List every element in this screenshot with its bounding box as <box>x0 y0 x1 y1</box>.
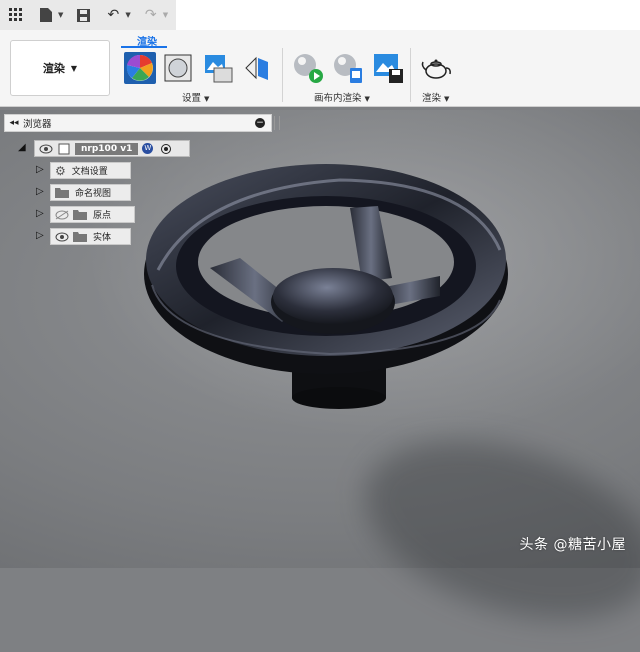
workspace-label: 渲染 <box>42 62 65 75</box>
expand-triangle-icon[interactable]: ▷ <box>36 208 44 219</box>
capture-image-icon[interactable] <box>372 52 404 84</box>
ribbon: 渲染 ▼ 渲染 设置 ▼ 画布内渲染 ▼ 渲染 ▼ <box>0 30 640 107</box>
eye-hidden-icon[interactable] <box>55 210 69 220</box>
save-icon[interactable] <box>73 5 93 25</box>
watermark-text: 头条 @糖苦小屋 <box>519 537 626 553</box>
collapse-triangle-icon[interactable]: ◢ <box>18 142 26 153</box>
browser-panel-header: ◂◂ 浏览器 − <box>4 114 272 132</box>
gear-icon: ⚙ <box>55 163 66 178</box>
file-icon[interactable] <box>36 5 56 25</box>
chevron-down-icon[interactable]: ▼ <box>125 11 130 19</box>
quick-access-toolbar: ▼ ↶ ▼ ↷ ▼ <box>0 0 176 30</box>
appearance-icon[interactable] <box>124 52 156 84</box>
group-divider <box>410 48 411 102</box>
texture-map-icon[interactable] <box>240 52 272 84</box>
title-bar-area <box>176 0 640 30</box>
tree-root-node[interactable]: nrp100 v1 W <box>34 140 190 157</box>
component-icon <box>58 143 70 154</box>
chevron-down-icon: ▼ <box>70 63 78 73</box>
group-label-setup[interactable]: 设置 ▼ <box>182 90 209 104</box>
browser-title: 浏览器 <box>23 119 52 130</box>
workspace-switcher[interactable]: 渲染 ▼ <box>10 40 110 96</box>
panel-resize-handle[interactable] <box>274 116 280 130</box>
eye-icon[interactable] <box>55 232 69 242</box>
expand-triangle-icon[interactable]: ▷ <box>36 186 44 197</box>
tree-node-named-views[interactable]: 命名视图 <box>50 184 131 201</box>
expand-triangle-icon[interactable]: ▷ <box>36 164 44 175</box>
chevron-down-icon[interactable]: ▼ <box>163 11 168 19</box>
active-tab-indicator <box>121 46 167 48</box>
minimize-icon[interactable]: − <box>255 118 265 128</box>
in-canvas-render-icon[interactable] <box>292 52 324 84</box>
teapot-render-icon[interactable] <box>420 52 452 84</box>
chevron-down-icon[interactable]: ▼ <box>58 11 63 19</box>
group-divider <box>282 48 283 102</box>
activate-radio-icon[interactable] <box>161 143 172 154</box>
version-badge-icon: W <box>142 143 154 154</box>
undo-icon[interactable]: ↶ <box>103 5 123 25</box>
tree-node-bodies[interactable]: 实体 <box>50 228 131 245</box>
root-component-name: nrp100 v1 <box>75 142 139 155</box>
scene-settings-icon[interactable] <box>202 52 234 84</box>
folder-icon <box>73 210 87 220</box>
expand-triangle-icon[interactable]: ▷ <box>36 230 44 241</box>
folder-icon <box>55 188 69 198</box>
redo-icon[interactable]: ↷ <box>141 5 161 25</box>
grid-icon[interactable] <box>6 5 26 25</box>
tree-node-document-settings[interactable]: ⚙ 文档设置 <box>50 162 131 179</box>
in-canvas-render-settings-icon[interactable] <box>332 52 364 84</box>
eye-icon[interactable] <box>39 144 53 154</box>
physical-material-icon[interactable] <box>162 52 194 84</box>
folder-icon <box>73 232 87 242</box>
group-label-render[interactable]: 渲染 ▼ <box>422 90 449 104</box>
collapse-panel-icon[interactable]: ◂◂ <box>5 118 23 128</box>
tree-node-origin[interactable]: 原点 <box>50 206 135 223</box>
group-label-in-canvas-render[interactable]: 画布内渲染 ▼ <box>314 90 370 104</box>
